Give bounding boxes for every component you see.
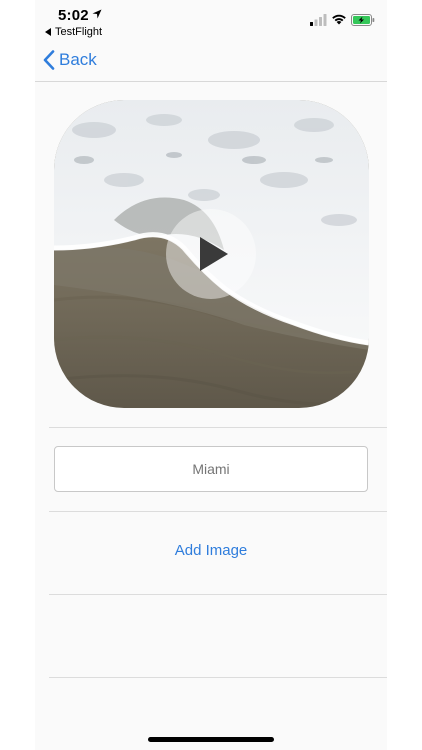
divider: [49, 594, 387, 595]
add-image-button[interactable]: Add Image: [35, 542, 387, 559]
location-arrow-icon: [92, 9, 102, 19]
chevron-left-icon: [43, 50, 55, 70]
play-button[interactable]: [166, 209, 256, 299]
divider: [49, 511, 387, 512]
divider: [49, 427, 387, 428]
wifi-icon: [332, 14, 346, 25]
screen: 5:02 TestFlight Back Miami Add Image: [35, 0, 387, 750]
status-bar: 5:02 TestFlight: [35, 0, 387, 42]
back-button[interactable]: Back: [43, 50, 97, 70]
play-icon: [200, 237, 228, 271]
navigation-bar: Back: [35, 42, 387, 82]
back-triangle-icon: [45, 28, 51, 36]
divider: [49, 677, 387, 678]
battery-charging-icon: [351, 14, 375, 26]
back-label: Back: [59, 50, 97, 69]
back-to-app-link[interactable]: TestFlight: [45, 26, 102, 38]
video-thumbnail[interactable]: [54, 100, 369, 408]
status-time: 5:02: [58, 7, 89, 24]
back-app-label: TestFlight: [55, 26, 103, 38]
location-name-field[interactable]: [54, 446, 368, 492]
home-indicator[interactable]: [148, 737, 274, 742]
cellular-signal-icon: [310, 14, 327, 26]
